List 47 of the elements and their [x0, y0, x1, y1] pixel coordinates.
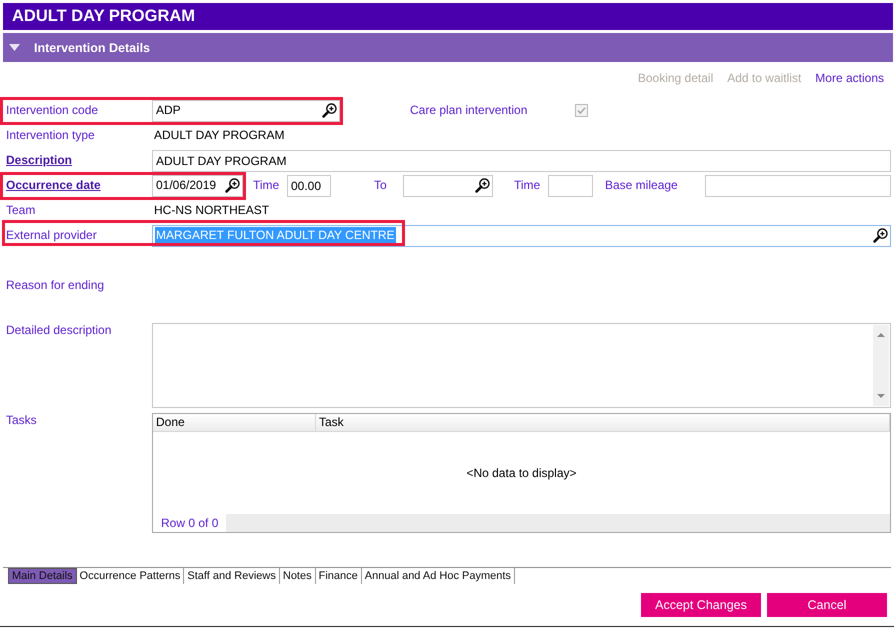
zoom-in-icon[interactable] — [475, 178, 490, 193]
lookup-field[interactable]: ADP — [152, 100, 340, 122]
scroll-up-arrow-icon[interactable] — [877, 333, 885, 337]
row-count: Row 0 of 0 — [160, 515, 220, 532]
accept-button[interactable]: Accept Changes — [641, 593, 761, 617]
field-link[interactable]: Occurrence date — [3, 178, 152, 193]
field-label: Team — [5, 203, 36, 218]
field-label: Detailed description — [5, 323, 112, 338]
field-label: Intervention code — [5, 103, 100, 118]
field-label: Base mileage — [605, 178, 679, 193]
input-field[interactable] — [705, 174, 891, 196]
tab[interactable]: Finance — [316, 568, 362, 584]
section-title: Intervention Details — [34, 40, 150, 54]
field-label: Time — [253, 178, 280, 193]
tab[interactable]: Occurrence Patterns — [76, 568, 184, 584]
field-label: Care plan intervention — [410, 103, 528, 118]
field-label: External provider — [5, 228, 98, 243]
field-label: Intervention type — [5, 128, 96, 143]
empty-message: <No data to display> — [466, 466, 577, 480]
field-label: Reason for ending — [5, 278, 106, 293]
column-header[interactable]: Done — [153, 414, 316, 432]
lookup-field[interactable]: 01/06/2019 — [152, 174, 243, 196]
input-field[interactable] — [548, 174, 593, 196]
collapse-triangle-icon[interactable] — [9, 44, 20, 51]
field-label: Time — [514, 178, 542, 193]
scrollbar[interactable] — [873, 325, 889, 406]
field-value: ADULT DAY PROGRAM — [153, 128, 284, 142]
field-value: HC-NS NORTHEAST — [153, 203, 270, 217]
text-area[interactable] — [152, 323, 891, 408]
tab[interactable]: Staff and Reviews — [184, 568, 280, 584]
tab[interactable]: Notes — [280, 568, 316, 584]
field-label: Tasks — [5, 413, 38, 428]
tab[interactable]: Annual and Ad Hoc Payments — [362, 568, 515, 584]
lookup-field[interactable] — [403, 174, 493, 196]
more-actions-link[interactable]: More actions — [815, 70, 884, 86]
field-label: To — [374, 178, 388, 193]
column-header[interactable]: Task — [316, 414, 890, 432]
field-link[interactable]: Description — [3, 153, 152, 168]
scroll-down-arrow-icon[interactable] — [877, 394, 885, 398]
zoom-in-icon[interactable] — [322, 103, 337, 118]
input-field[interactable]: 00.00 — [287, 174, 331, 196]
zoom-in-icon[interactable] — [225, 178, 240, 193]
window-title: ADULT DAY PROGRAM — [12, 7, 196, 26]
cancel-button[interactable]: Cancel — [767, 593, 887, 617]
input-field[interactable]: ADULT DAY PROGRAM — [152, 150, 891, 172]
zoom-in-icon[interactable] — [873, 228, 888, 243]
tab[interactable]: Main Details — [8, 568, 77, 584]
